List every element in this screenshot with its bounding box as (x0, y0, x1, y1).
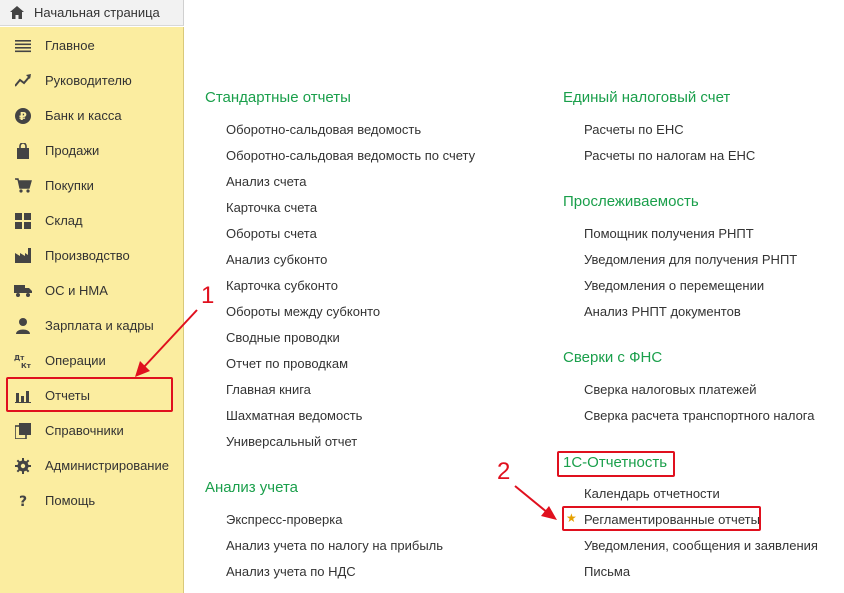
warehouse-grid-icon (14, 212, 32, 230)
books-icon (14, 422, 32, 440)
sidebar-item-operations[interactable]: Дт Кт Операции (0, 343, 184, 378)
sidebar-item-help[interactable]: ? Помощь (0, 483, 184, 518)
report-link[interactable]: Расчеты по ЕНС (584, 122, 684, 137)
trend-chart-icon (14, 72, 32, 90)
section-title-accounting-analysis: Анализ учета (205, 479, 299, 496)
sidebar-item-label: Руководителю (45, 73, 132, 88)
section-title-fns-reconciliation: Сверки с ФНС (563, 349, 663, 366)
sidebar-item-bank[interactable]: ₽ Банк и касса (0, 98, 184, 133)
sidebar-item-main[interactable]: Главное (0, 28, 184, 63)
sidebar-item-assets[interactable]: ОС и НМА (0, 273, 184, 308)
sidebar-item-production[interactable]: Производство (0, 238, 184, 273)
report-link[interactable]: Уведомления для получения РНПТ (584, 252, 797, 267)
sidebar-item-label: ОС и НМА (45, 283, 108, 298)
sidebar-item-purchases[interactable]: Покупки (0, 168, 184, 203)
shopping-cart-icon (14, 177, 32, 195)
report-link[interactable]: Уведомления о перемещении (584, 278, 764, 293)
report-link[interactable]: Анализ учета по НДС (226, 564, 356, 579)
sidebar-item-admin[interactable]: Администрирование (0, 448, 184, 483)
sidebar-item-label: Главное (45, 38, 95, 53)
report-link[interactable]: Сверка расчета транспортного налога (584, 408, 814, 423)
report-link[interactable]: Анализ РНПТ документов (584, 304, 741, 319)
report-link[interactable]: Оборотно-сальдовая ведомость по счету (226, 148, 475, 163)
report-link[interactable]: Сверка налоговых платежей (584, 382, 757, 397)
sidebar-item-label: Справочники (45, 423, 124, 438)
sidebar-item-sales[interactable]: Продажи (0, 133, 184, 168)
factory-icon (14, 247, 32, 265)
section-title-traceability: Прослеживаемость (563, 193, 699, 210)
svg-text:Кт: Кт (21, 362, 32, 369)
report-link[interactable]: Анализ учета по налогу на прибыль (226, 538, 443, 553)
annotation-highlight-1c-reporting (557, 451, 675, 477)
svg-text:₽: ₽ (19, 110, 27, 123)
report-link[interactable]: Главная книга (226, 382, 311, 397)
sidebar-item-warehouse[interactable]: Склад (0, 203, 184, 238)
truck-icon (14, 282, 32, 300)
annotation-step-2: 2 (497, 458, 511, 485)
menu-lines-icon (14, 37, 32, 55)
sidebar-item-label: Склад (45, 213, 83, 228)
sidebar-item-manager[interactable]: Руководителю (0, 63, 184, 98)
report-link[interactable]: Обороты счета (226, 226, 317, 241)
report-link[interactable]: Сводные проводки (226, 330, 340, 345)
section-title-ens: Единый налоговый счет (563, 89, 731, 106)
annotation-step-1: 1 (201, 282, 215, 309)
sidebar-item-label: Операции (45, 353, 106, 368)
home-icon (10, 6, 24, 20)
report-link[interactable]: Календарь отчетности (584, 486, 720, 501)
sidebar-item-salary[interactable]: Зарплата и кадры (0, 308, 184, 343)
ruble-coin-icon: ₽ (14, 107, 32, 125)
report-link[interactable]: Расчеты по налогам на ЕНС (584, 148, 755, 163)
sidebar-item-label: Помощь (45, 493, 96, 508)
sidebar: Главное Руководителю ₽ Банк и касса Прод… (0, 27, 184, 593)
sidebar-item-label: Администрирование (45, 458, 169, 473)
section-title-standard-reports: Стандартные отчеты (205, 89, 351, 106)
gear-icon (14, 457, 32, 475)
report-link[interactable]: Карточка счета (226, 200, 317, 215)
shopping-bag-icon (14, 142, 32, 160)
debit-credit-icon: Дт Кт (14, 352, 32, 370)
svg-text:?: ? (19, 494, 27, 509)
annotation-highlight-regulated-reports (562, 506, 761, 531)
report-link[interactable]: Обороты между субконто (226, 304, 380, 319)
report-link[interactable]: Письма (584, 564, 630, 579)
sidebar-item-label: Продажи (45, 143, 100, 158)
report-link[interactable]: Анализ счета (226, 174, 306, 189)
report-link[interactable]: Экспресс-проверка (226, 512, 342, 527)
home-tab-label: Начальная страница (34, 5, 160, 20)
svg-text:Дт: Дт (14, 354, 25, 362)
report-link[interactable]: Универсальный отчет (226, 434, 357, 449)
annotation-arrow-2 (514, 485, 557, 520)
question-icon: ? (14, 492, 32, 510)
annotation-highlight-reports (6, 377, 173, 412)
report-link[interactable]: Оборотно-сальдовая ведомость (226, 122, 421, 137)
person-icon (14, 317, 32, 335)
report-link[interactable]: Отчет по проводкам (226, 356, 348, 371)
sidebar-item-catalogs[interactable]: Справочники (0, 413, 184, 448)
report-link[interactable]: Уведомления, сообщения и заявления (584, 538, 818, 553)
sidebar-item-label: Производство (45, 248, 130, 263)
home-tab[interactable]: Начальная страница (0, 0, 184, 26)
report-link[interactable]: Помощник получения РНПТ (584, 226, 754, 241)
sidebar-item-label: Зарплата и кадры (45, 318, 154, 333)
report-link[interactable]: Шахматная ведомость (226, 408, 362, 423)
report-link[interactable]: Анализ субконто (226, 252, 327, 267)
sidebar-item-label: Банк и касса (45, 108, 122, 123)
sidebar-item-label: Покупки (45, 178, 94, 193)
report-link[interactable]: Карточка субконто (226, 278, 338, 293)
